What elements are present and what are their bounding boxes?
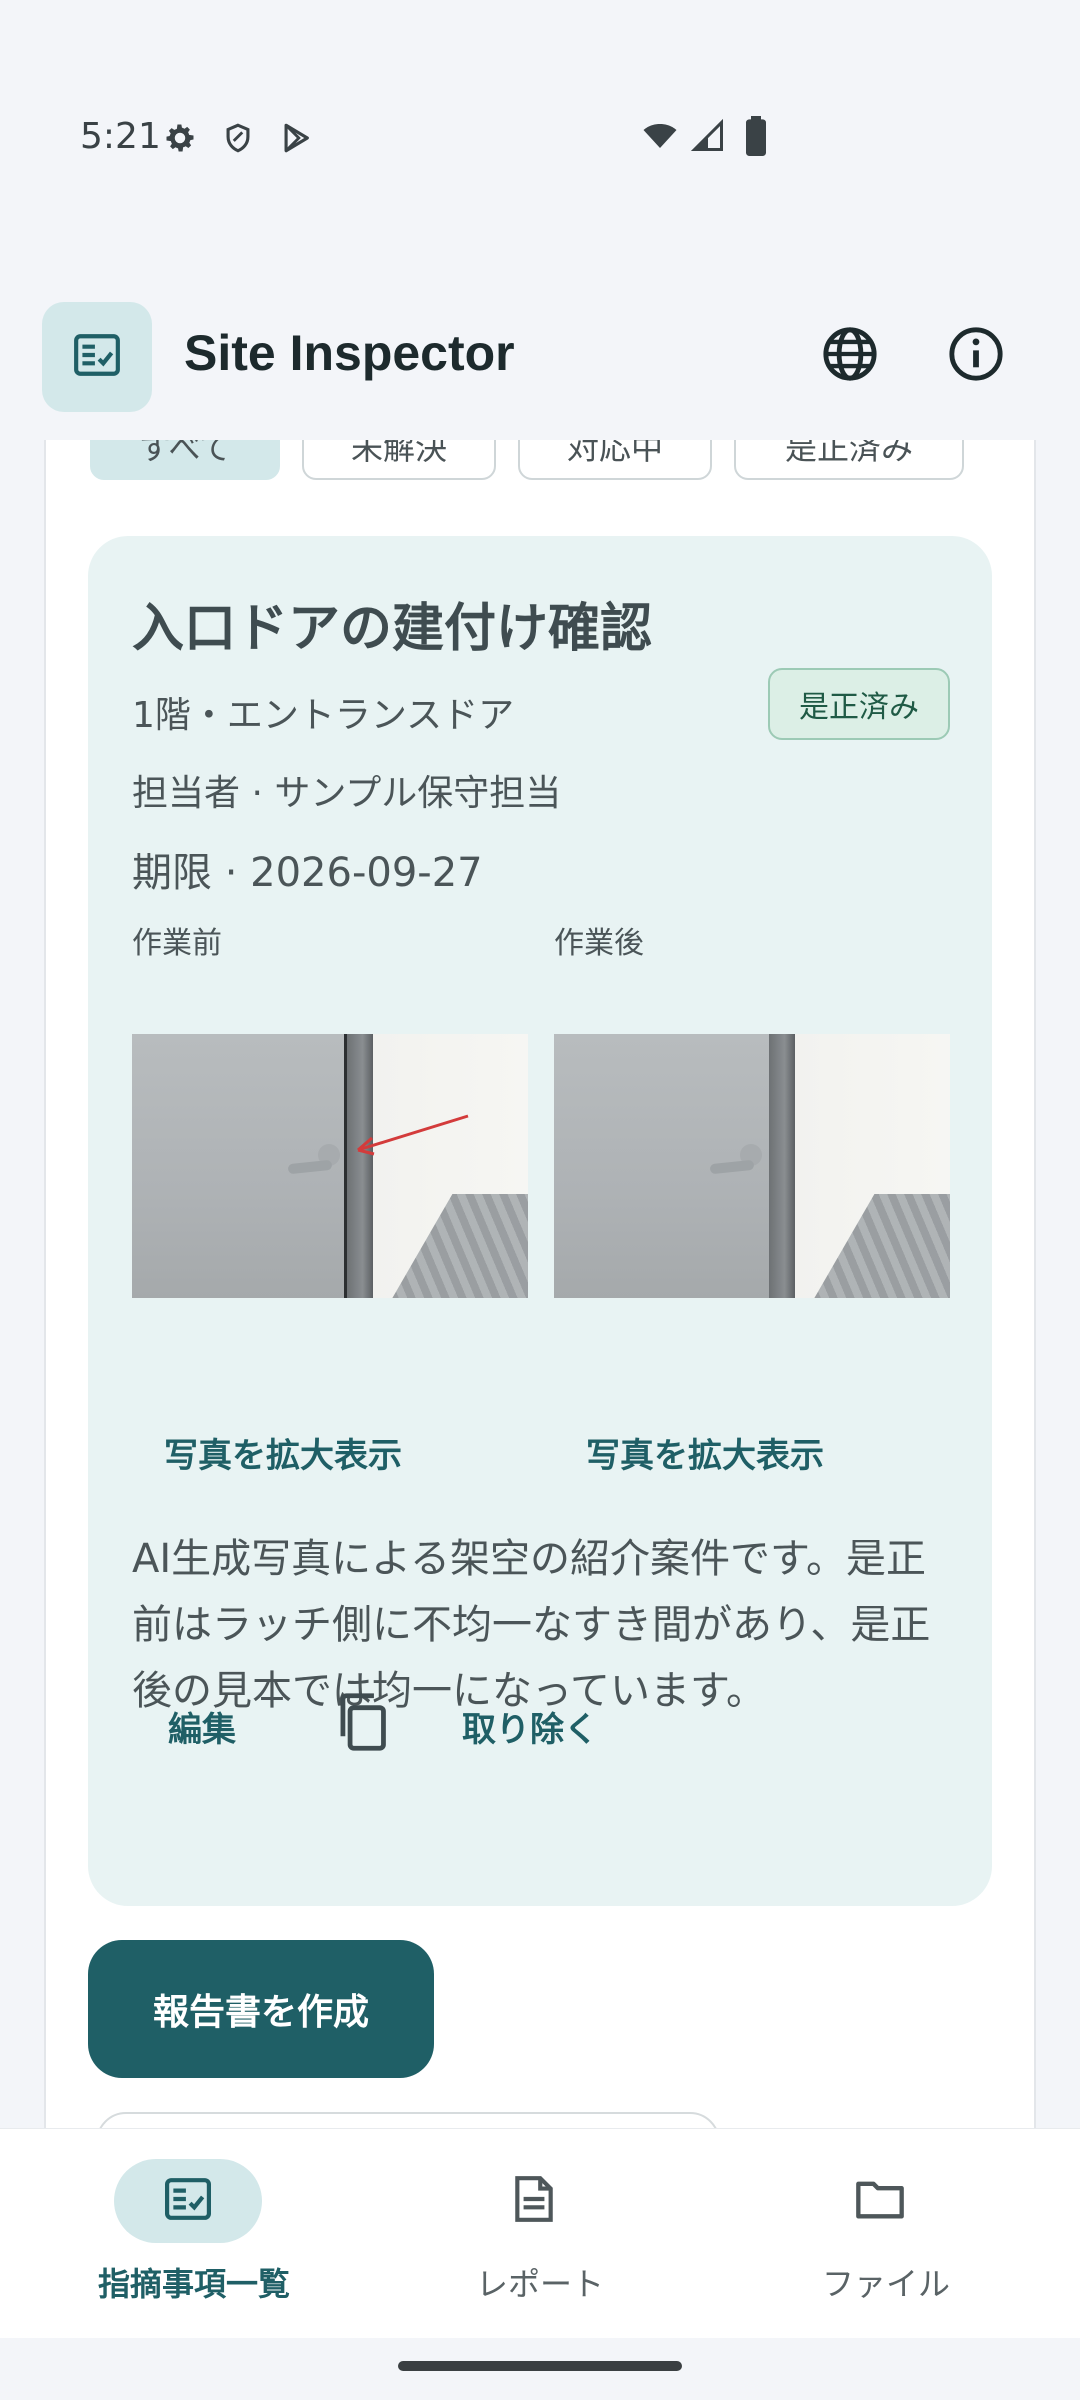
copy-icon <box>333 1691 391 1757</box>
edit-button[interactable]: 編集 <box>168 1702 236 1751</box>
after-photo[interactable] <box>554 1034 950 1298</box>
before-photo[interactable] <box>132 1034 528 1298</box>
shield-icon <box>218 118 258 158</box>
nav-reports[interactable]: レポート <box>380 2159 700 2329</box>
folder-icon <box>854 2177 906 2225</box>
globe-icon <box>821 325 879 387</box>
battery-icon <box>736 116 776 156</box>
enlarge-before-photo-button[interactable]: 写真を拡大表示 <box>164 1428 402 1477</box>
language-button[interactable] <box>818 324 882 388</box>
gesture-handle[interactable] <box>398 2361 682 2371</box>
nav-label: 指摘事項一覧 <box>97 2265 290 2303</box>
wifi-icon <box>640 116 680 156</box>
filter-chip-label: 是正済み <box>784 440 913 467</box>
annotation-arrow-icon <box>357 1114 469 1156</box>
card-actions: 編集 取り除く <box>88 1686 992 1766</box>
nav-label: ファイル <box>821 2265 950 2303</box>
document-icon <box>513 2174 555 2228</box>
copy-button[interactable] <box>324 1686 400 1762</box>
nav-files[interactable]: ファイル <box>726 2159 1046 2329</box>
bottom-navigation: 指摘事項一覧 レポート ファイル <box>0 2128 1080 2338</box>
app-logo <box>42 302 152 412</box>
before-photo-label: 作業前 <box>132 926 222 961</box>
app-title: Site Inspector <box>184 325 515 381</box>
status-badge: 是正済み <box>768 668 950 740</box>
next-item-peek <box>96 2112 720 2128</box>
nav-findings[interactable]: 指摘事項一覧 <box>34 2159 354 2329</box>
filter-chip-label: すべて <box>138 440 232 467</box>
status-badge-label: 是正済み <box>799 690 919 725</box>
finding-card: 入口ドアの建付け確認 1階・エントランスドア 是正済み 担当者 · サンプル保守… <box>88 536 992 1906</box>
filter-chip-unresolved[interactable]: 未解決 <box>302 440 496 480</box>
create-report-label: 報告書を作成 <box>152 1992 369 2033</box>
create-report-button[interactable]: 報告書を作成 <box>88 1940 434 2078</box>
finding-location: 1階・エントランスドア <box>132 695 515 736</box>
status-bar: 5:21 <box>0 0 1080 275</box>
filter-chip-label: 対応中 <box>566 440 663 467</box>
status-time: 5:21 <box>80 116 161 157</box>
info-button[interactable] <box>944 324 1008 388</box>
play-store-icon <box>276 118 316 158</box>
checklist-icon <box>162 2176 214 2226</box>
signal-icon <box>688 116 728 156</box>
finding-title: 入口ドアの建付け確認 <box>132 599 653 659</box>
nav-pill <box>806 2159 954 2243</box>
info-icon <box>947 325 1005 387</box>
filter-chip-label: 未解決 <box>350 440 447 467</box>
after-photo-label: 作業後 <box>554 926 644 961</box>
remove-button[interactable]: 取り除く <box>462 1702 598 1751</box>
nav-pill <box>460 2159 608 2243</box>
filter-chip-all[interactable]: すべて <box>90 440 280 480</box>
enlarge-after-photo-button[interactable]: 写真を拡大表示 <box>586 1428 824 1477</box>
filter-chip-in-progress[interactable]: 対応中 <box>518 440 712 480</box>
gear-icon <box>160 118 200 158</box>
finding-assignee: 担当者 · サンプル保守担当 <box>132 773 562 814</box>
finding-due-date: 期限 · 2026-09-27 <box>132 850 483 896</box>
content-scroll-area[interactable]: すべて 未解決 対応中 是正済み 入口ドアの建付け確認 1階・エントランスドア … <box>0 440 1080 2128</box>
nav-label: レポート <box>475 2265 604 2303</box>
filter-chip-resolved[interactable]: 是正済み <box>734 440 964 480</box>
checklist-icon <box>72 330 122 384</box>
nav-pill <box>114 2159 262 2243</box>
app-bar: Site Inspector <box>0 290 1080 440</box>
